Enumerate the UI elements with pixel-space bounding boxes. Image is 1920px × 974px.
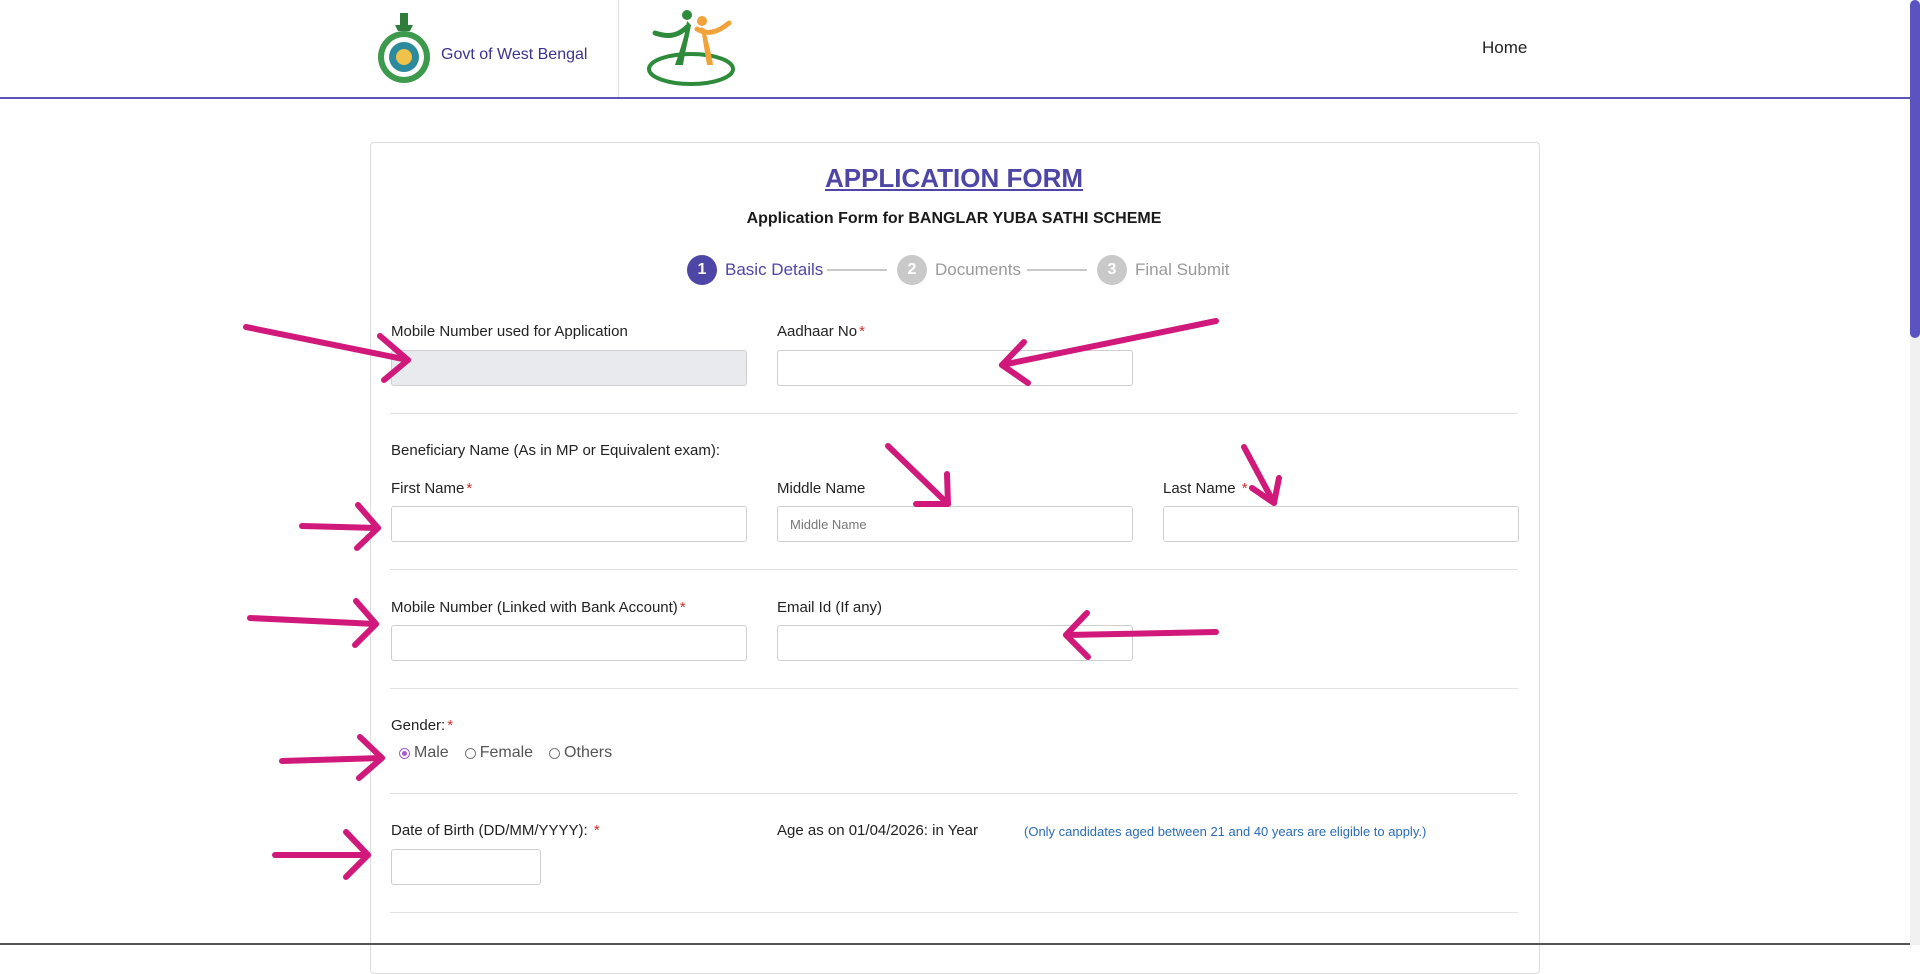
gender-radio-group: Male Female Others <box>399 744 628 762</box>
required-marker: * <box>447 717 454 734</box>
radio-button[interactable] <box>549 747 561 759</box>
step-connector <box>1027 269 1087 271</box>
age-eligibility-note: (Only candidates aged between 21 and 40 … <box>1024 824 1427 839</box>
first-name-input[interactable] <box>391 506 747 542</box>
step-final-submit: 3 Final Submit <box>1097 255 1229 285</box>
form-subtitle: Application Form for BANGLAR YUBA SATHI … <box>746 210 1162 227</box>
step-number: 2 <box>897 255 927 285</box>
gender-option-others[interactable]: Others <box>549 744 612 762</box>
step-label: Documents <box>935 260 1021 279</box>
header-divider <box>618 0 619 97</box>
step-documents: 2 Documents <box>897 255 1021 285</box>
aadhaar-label-text: Aadhaar No <box>777 323 858 340</box>
arrow-icon <box>279 734 385 781</box>
arrow-icon <box>272 829 371 880</box>
step-label: Final Submit <box>1135 260 1230 279</box>
divider <box>390 413 1518 414</box>
required-marker: * <box>1241 480 1248 497</box>
step-number: 1 <box>687 255 717 285</box>
gender-option-label: Female <box>479 744 534 761</box>
arrow-icon <box>299 502 381 551</box>
arrow-icon <box>247 598 379 648</box>
required-marker: * <box>466 480 473 497</box>
gender-option-male[interactable]: Male <box>399 744 449 762</box>
first-name-label: First Name * <box>391 480 472 497</box>
divider <box>390 793 1518 794</box>
dob-input[interactable] <box>391 849 541 885</box>
mobile-app-label: Mobile Number used for Application <box>391 323 628 340</box>
middle-name-input[interactable] <box>777 506 1133 542</box>
gender-option-label: Male <box>414 744 449 761</box>
required-marker: * <box>679 599 686 616</box>
divider <box>390 912 1518 913</box>
step-basic-details: 1 Basic Details <box>687 255 823 285</box>
step-label: Basic Details <box>725 260 824 279</box>
site-header: Govt of West Bengal Home <box>0 0 1910 99</box>
required-marker: * <box>859 323 865 340</box>
scrollbar-thumb[interactable] <box>1910 0 1920 338</box>
aadhaar-input[interactable] <box>777 350 1133 386</box>
email-input[interactable] <box>777 625 1133 661</box>
step-number: 3 <box>1097 255 1127 285</box>
beneficiary-heading: Beneficiary Name (As in MP or Equivalent… <box>391 442 721 459</box>
nav-home-link[interactable]: Home <box>1482 38 1527 58</box>
dob-label: Date of Birth (DD/MM/YYYY): * <box>391 822 600 839</box>
radio-button[interactable] <box>464 747 476 759</box>
mobile-bank-label: Mobile Number (Linked with Bank Account)… <box>391 599 686 616</box>
dob-label-text: Date of Birth (DD/MM/YYYY): <box>391 822 588 839</box>
divider <box>390 569 1518 570</box>
radio-button-checked[interactable] <box>399 747 410 759</box>
scheme-logo-icon <box>647 10 735 86</box>
gender-label-text: Gender: <box>391 717 446 734</box>
first-name-label-text: First Name <box>391 480 465 497</box>
last-name-label: Last Name * <box>1163 480 1248 497</box>
gender-label: Gender: * <box>391 717 453 734</box>
mobile-bank-input[interactable] <box>391 625 747 661</box>
aadhaar-label: Aadhaar No * <box>777 323 865 340</box>
age-label: Age as on 01/04/2026: in Year <box>777 822 979 839</box>
required-marker: * <box>593 822 600 839</box>
divider <box>390 688 1518 689</box>
last-name-input[interactable] <box>1163 506 1519 542</box>
last-name-label-text: Last Name <box>1163 480 1236 497</box>
govt-name: Govt of West Bengal <box>441 46 588 63</box>
mobile-app-input <box>391 350 747 386</box>
west-bengal-emblem-icon <box>378 13 430 83</box>
middle-name-label: Middle Name <box>777 480 866 497</box>
step-connector <box>827 269 887 271</box>
gender-option-female[interactable]: Female <box>464 744 534 762</box>
mobile-bank-label-text: Mobile Number (Linked with Bank Account) <box>391 599 678 616</box>
email-label: Email Id (If any) <box>777 599 883 616</box>
gender-option-label: Others <box>564 744 613 761</box>
form-title: APPLICATION FORM <box>824 163 1084 193</box>
